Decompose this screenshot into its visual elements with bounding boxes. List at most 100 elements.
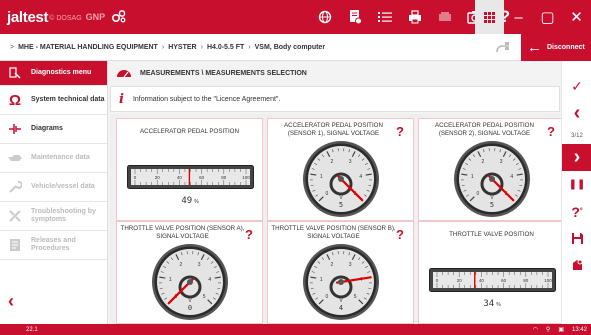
- breadcrumb-home[interactable]: >: [10, 44, 14, 51]
- sidebar-item-diagnostics-menu[interactable]: Diagnostics menu: [0, 61, 107, 86]
- diagram-icon: [6, 120, 24, 138]
- gauge-tick-label: 2: [180, 262, 183, 268]
- gauge-tick-label: 5: [354, 294, 357, 300]
- close-button[interactable]: ✕: [562, 0, 591, 34]
- breadcrumb-item[interactable]: H4.0-5.5 FT: [207, 44, 244, 51]
- measurement-panels: ACCELERATOR PEDAL POSITION 0 20 40 60 80 100 4…: [110, 114, 565, 324]
- gears-icon[interactable]: [111, 9, 127, 26]
- status-right: ◠ ⚲ ▣ 13:42: [533, 326, 587, 334]
- gauge-tick-label: 1: [320, 174, 323, 180]
- sidebar-item-label: Releases and Procedures: [31, 237, 76, 252]
- gauge-value: 5: [339, 201, 343, 209]
- print-icon[interactable]: [400, 0, 430, 34]
- help-button[interactable]: ?: [396, 227, 404, 242]
- gauge-value-number: 49: [181, 196, 193, 206]
- gauge-unit: %: [496, 302, 501, 308]
- info-banner: i Information subject to the "Licence Ag…: [110, 86, 560, 112]
- gauge-value: 5: [490, 201, 494, 209]
- logo-subtext: © DOSAG: [49, 15, 82, 22]
- sidebar-item-diagrams[interactable]: Diagrams: [0, 115, 107, 144]
- apps-grid-icon[interactable]: [475, 0, 504, 34]
- measurement-panel[interactable]: ACCELERATOR PEDAL POSITION (SENSOR 1), S…: [267, 118, 414, 221]
- sidebar-item-vehicle-data[interactable]: Vehicle/vessel data: [0, 173, 107, 202]
- gauge-tick-label: 1: [471, 174, 474, 180]
- sidebar-item-maintenance-data[interactable]: Maintenance data: [0, 144, 107, 173]
- save-icon[interactable]: [562, 225, 591, 252]
- help-settings-button[interactable]: ? °: [562, 198, 591, 225]
- panel-title: THROTTLE VALVE POSITION (SENSOR B), SIGN…: [271, 225, 396, 240]
- round-gauge: 012345V4: [303, 244, 379, 320]
- info-text: Information subject to the "Licence Agre…: [132, 95, 281, 103]
- document-icon: [6, 236, 24, 254]
- gauge-tick-label: 0: [325, 191, 328, 197]
- help-button[interactable]: ?: [396, 124, 404, 139]
- calendar-icon: ▣: [558, 327, 564, 333]
- measurement-panel[interactable]: THROTTLE VALVE POSITION 0 20 40 60 80 100 34%: [418, 221, 565, 324]
- logo-text: jaltest: [7, 8, 49, 26]
- globe-icon[interactable]: [310, 0, 340, 34]
- sidebar-item-label: Vehicle/vessel data: [31, 183, 95, 190]
- measurement-panel[interactable]: ACCELERATOR PEDAL POSITION 0 20 40 60 80 100 4…: [116, 118, 263, 221]
- gauge-unit: %: [194, 199, 199, 205]
- gauge-tick-label: 4: [359, 174, 362, 180]
- record-icon[interactable]: [562, 252, 591, 279]
- search-icon: ⚲: [545, 327, 551, 333]
- gauge-tick-label: 2: [331, 262, 334, 268]
- panel-title: ACCELERATOR PEDAL POSITION: [140, 128, 239, 135]
- previous-page-button[interactable]: ‹: [562, 100, 591, 127]
- gauge-tick-label: 2: [331, 159, 334, 165]
- breadcrumb-item[interactable]: MHE - MATERIAL HANDLING EQUIPMENT: [18, 44, 158, 51]
- accept-button[interactable]: ✓: [562, 73, 591, 100]
- gauge-tick-label: 100: [544, 278, 552, 283]
- linear-gauge: 0 20 40 60 80 100: [429, 268, 556, 292]
- version-text: 22.1: [26, 326, 38, 333]
- help-button[interactable]: ?: [245, 227, 253, 242]
- gauge-tick-label: 3: [349, 159, 352, 165]
- gauge-tick-label: 0: [325, 294, 328, 300]
- status-bar: 22.1 ◠ ⚲ ▣ 13:42: [0, 324, 591, 335]
- measurement-panel[interactable]: ACCELERATOR PEDAL POSITION (SENSOR 2), S…: [418, 118, 565, 221]
- help-button[interactable]: ?: [547, 124, 555, 139]
- sidebar-item-troubleshooting[interactable]: Troubleshooting by symptoms: [0, 202, 107, 231]
- sidebar-item-releases-procedures[interactable]: Releases and Procedures: [0, 231, 107, 260]
- gauge-tick-label: 20: [457, 278, 463, 283]
- breadcrumb-item[interactable]: HYSTER: [168, 44, 196, 51]
- tools-icon: [6, 207, 24, 225]
- connection-status-icon: [495, 40, 511, 59]
- oil-can-icon: [6, 149, 24, 167]
- measurement-panel[interactable]: THROTTLE VALVE POSITION (SENSOR A), SIGN…: [116, 221, 263, 324]
- pause-button[interactable]: ❚❚: [562, 171, 591, 198]
- round-gauge: 012345V5: [454, 141, 530, 217]
- section-header: MEASUREMENTS \ MEASUREMENTS SELECTION: [110, 62, 560, 84]
- panel-title: ACCELERATOR PEDAL POSITION (SENSOR 1), S…: [284, 122, 383, 137]
- back-button[interactable]: ‹: [8, 291, 14, 312]
- list-icon[interactable]: [370, 0, 400, 34]
- gauge-tick-label: 3: [198, 262, 201, 268]
- gauge-tick-label: 4: [208, 277, 211, 283]
- right-toolbar: ✓ ‹ 3/12 › ❚❚ ? °: [561, 61, 591, 324]
- breadcrumb: > MHE - MATERIAL HANDLING EQUIPMENT › HY…: [10, 43, 326, 51]
- report-icon[interactable]: [340, 0, 370, 34]
- section-title: MEASUREMENTS \ MEASUREMENTS SELECTION: [140, 69, 307, 77]
- sidebar-item-label: System technical data: [31, 96, 105, 103]
- help-icon: ?: [571, 203, 580, 220]
- minimize-button[interactable]: –: [504, 0, 533, 34]
- gauge-value: 4: [339, 304, 343, 312]
- sidebar-item-label: Troubleshooting by symptoms: [31, 208, 96, 223]
- measurement-panel[interactable]: THROTTLE VALVE POSITION (SENSOR B), SIGN…: [267, 221, 414, 324]
- panel-title: THROTTLE VALVE POSITION (SENSOR A), SIGN…: [120, 225, 245, 240]
- printer-icon[interactable]: [430, 0, 460, 34]
- sidebar-item-system-technical-data[interactable]: Ω System technical data: [0, 86, 107, 115]
- gauge-icon: [117, 70, 131, 78]
- sidebar-item-label: Diagnostics menu: [31, 69, 92, 76]
- panel-title: ACCELERATOR PEDAL POSITION (SENSOR 2), S…: [435, 122, 534, 137]
- breadcrumb-item[interactable]: VSM, Body computer: [255, 44, 325, 51]
- gauge-tick-label: 2: [482, 159, 485, 165]
- gauge-value: 49%: [160, 195, 220, 206]
- next-page-button[interactable]: ›: [562, 144, 591, 171]
- maximize-button[interactable]: ▢: [533, 0, 562, 34]
- gauge-tick-label: 1: [320, 277, 323, 283]
- gauge-value: 0: [188, 304, 192, 312]
- gauge-tick-label: 60: [501, 278, 507, 283]
- disconnect-button[interactable]: ← Disconnect: [521, 34, 591, 61]
